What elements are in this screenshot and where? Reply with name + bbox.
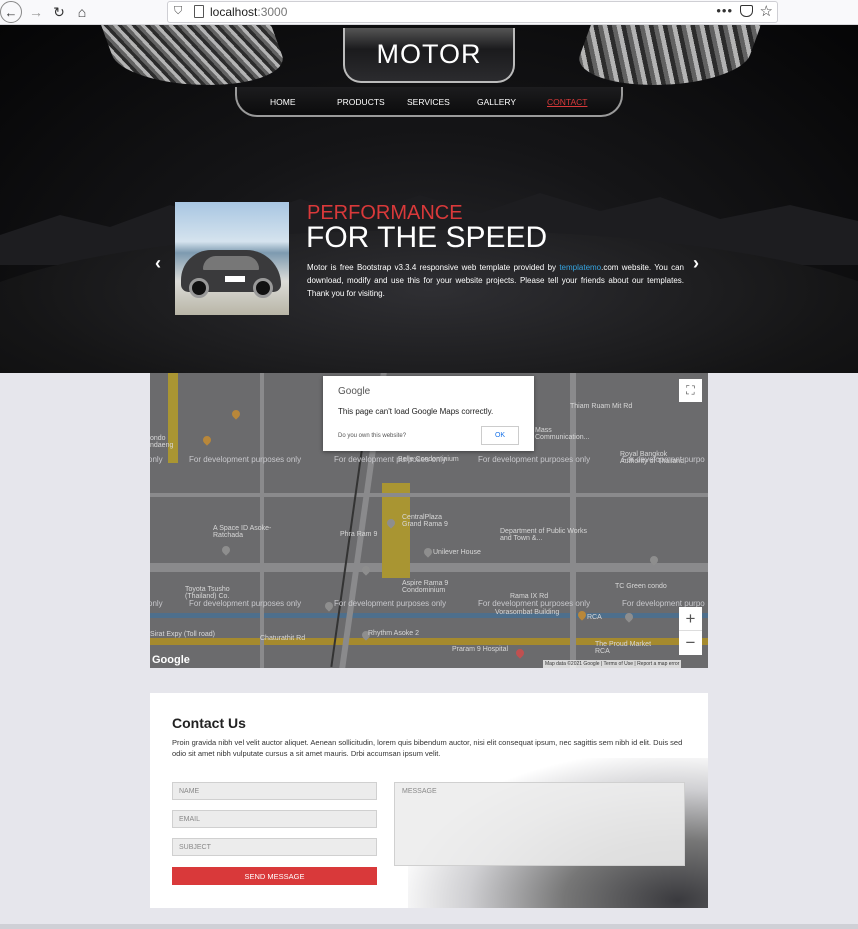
contact-intro: Proin gravida nibh vel velit auctor aliq… xyxy=(172,738,683,758)
dev-watermark: For development purposes only xyxy=(189,455,302,464)
zoom-in-button[interactable]: + xyxy=(679,607,702,631)
map-label: Toyota Tsusho (Thailand) Co. xyxy=(185,586,230,600)
map-label: Phra Ram 9 xyxy=(340,531,378,538)
map-label: The Proud Market RCA xyxy=(595,641,652,655)
map-attribution[interactable]: Map data ©2021 Google | Terms of Use | R… xyxy=(543,660,682,668)
map-road xyxy=(260,373,264,668)
site-logo[interactable]: MOTOR xyxy=(377,39,482,70)
reload-icon[interactable]: ↻ xyxy=(49,2,69,22)
slide-title: FOR THE SPEED xyxy=(306,221,548,254)
ok-button[interactable]: OK xyxy=(481,426,519,445)
map-label: Praram 9 Hospital xyxy=(452,646,509,653)
map-road xyxy=(150,493,708,497)
address-bar[interactable]: ⛉ localhost:3000 ••• ☆ xyxy=(167,1,778,23)
map-highway xyxy=(382,483,410,578)
nav-products[interactable]: PRODUCTS xyxy=(337,97,385,107)
map-label: Mass Communication... xyxy=(535,427,590,441)
back-arrow-icon[interactable]: ← xyxy=(0,1,22,23)
map-label: Aspire Rama 9 Condominium xyxy=(402,580,449,594)
dev-watermark: For development purposes only xyxy=(334,455,447,464)
car-windshield xyxy=(203,256,259,270)
map-label: Thiam Ruam Mit Rd xyxy=(570,403,633,410)
home-icon[interactable]: ⌂ xyxy=(72,2,92,22)
map-pin xyxy=(220,544,232,556)
contact-heading: Contact Us xyxy=(172,715,246,731)
hero-section: MOTOR HOME PRODUCTS SERVICES GALLERY CON… xyxy=(0,25,858,373)
map-label: Sirat Expy (Toll road) xyxy=(150,631,215,638)
map-label: Department of Public Works and Town &... xyxy=(500,528,588,542)
logo-plate[interactable]: MOTOR xyxy=(343,28,515,83)
car-plate xyxy=(225,276,245,282)
map-highway xyxy=(168,373,178,463)
car-wheel xyxy=(253,278,273,298)
dev-watermark: For development purpo xyxy=(622,455,705,464)
map-label: ondo ndaeng xyxy=(150,435,174,449)
nav-home[interactable]: HOME xyxy=(270,97,296,107)
map-label: Chaturathit Rd xyxy=(260,635,306,642)
own-website-link[interactable]: Do you own this website? xyxy=(338,433,406,439)
map-label: RCA xyxy=(587,614,602,621)
map-label: TC Green condo xyxy=(615,583,667,590)
map-label: Unilever House xyxy=(433,549,481,556)
map-pin xyxy=(230,408,242,420)
map-pin xyxy=(422,546,434,558)
headlight-right-decoration xyxy=(569,25,761,85)
email-field[interactable]: EMAIL xyxy=(172,810,377,828)
zoom-out-button[interactable]: − xyxy=(679,631,702,655)
google-logo: Google xyxy=(338,386,371,397)
nav-contact[interactable]: CONTACT xyxy=(547,97,587,107)
car-illustration xyxy=(181,250,281,298)
map-label: A Space ID Asoke-Ratchada xyxy=(213,525,272,539)
maps-error-dialog: Google This page can't load Google Maps … xyxy=(323,376,534,451)
map-label: CentralPlaza Grand Rama 9 xyxy=(402,514,448,528)
more-actions-icon[interactable]: ••• xyxy=(716,3,733,18)
browser-toolbar: ← → ↻ ⌂ ⛉ localhost:3000 ••• ☆ xyxy=(0,0,858,25)
dev-watermark: For development purposes only xyxy=(334,599,447,608)
pocket-icon[interactable] xyxy=(740,5,753,17)
hospital-pin xyxy=(514,647,526,659)
page-icon xyxy=(194,5,204,18)
forward-arrow-icon[interactable]: → xyxy=(26,2,46,22)
google-map[interactable]: A Space ID Asoke-Ratchada CentralPlaza G… xyxy=(150,373,708,668)
subject-field[interactable]: SUBJECT xyxy=(172,838,377,856)
shield-icon[interactable]: ⛉ xyxy=(174,5,182,18)
chevron-left-icon[interactable]: ‹ xyxy=(155,253,161,274)
map-pin xyxy=(323,600,335,612)
dev-watermark: only xyxy=(150,455,163,464)
map-label: Vorasombat Building xyxy=(495,609,560,616)
google-watermark-logo[interactable]: Google xyxy=(152,654,190,666)
slide-desc-text: Motor is free Bootstrap v3.3.4 responsiv… xyxy=(307,263,560,272)
bookmark-star-icon[interactable]: ☆ xyxy=(760,2,773,20)
error-message: This page can't load Google Maps correct… xyxy=(338,407,494,416)
headlight-left-decoration xyxy=(101,25,293,85)
dev-watermark: For development purposes only xyxy=(478,455,591,464)
chevron-right-icon[interactable]: › xyxy=(693,253,699,274)
fullscreen-icon[interactable]: ⛶ xyxy=(679,379,702,402)
dev-watermark: For development purposes only xyxy=(478,599,591,608)
contact-section: Contact Us Proin gravida nibh vel velit … xyxy=(150,693,708,908)
map-label: Rhythm Asoke 2 xyxy=(368,630,419,637)
nav-services[interactable]: SERVICES xyxy=(407,97,450,107)
map-road xyxy=(570,373,576,668)
message-field[interactable]: MESSAGE xyxy=(394,782,685,866)
name-field[interactable]: NAME xyxy=(172,782,377,800)
send-message-button[interactable]: SEND MESSAGE xyxy=(172,867,377,885)
map-pin xyxy=(201,434,213,446)
map-road xyxy=(150,563,708,572)
url-text[interactable]: localhost:3000 xyxy=(210,5,287,19)
main-nav: HOME PRODUCTS SERVICES GALLERY CONTACT xyxy=(235,87,623,117)
dev-watermark: only xyxy=(150,599,163,608)
nav-gallery[interactable]: GALLERY xyxy=(477,97,516,107)
dev-watermark: For development purposes only xyxy=(189,599,302,608)
templatemo-link[interactable]: templatemo xyxy=(559,263,601,272)
car-wheel xyxy=(189,278,209,298)
slide-car-image xyxy=(175,202,289,315)
map-pin xyxy=(576,609,588,621)
page-bottom-edge xyxy=(0,924,858,929)
slide-description: Motor is free Bootstrap v3.3.4 responsiv… xyxy=(307,261,684,300)
